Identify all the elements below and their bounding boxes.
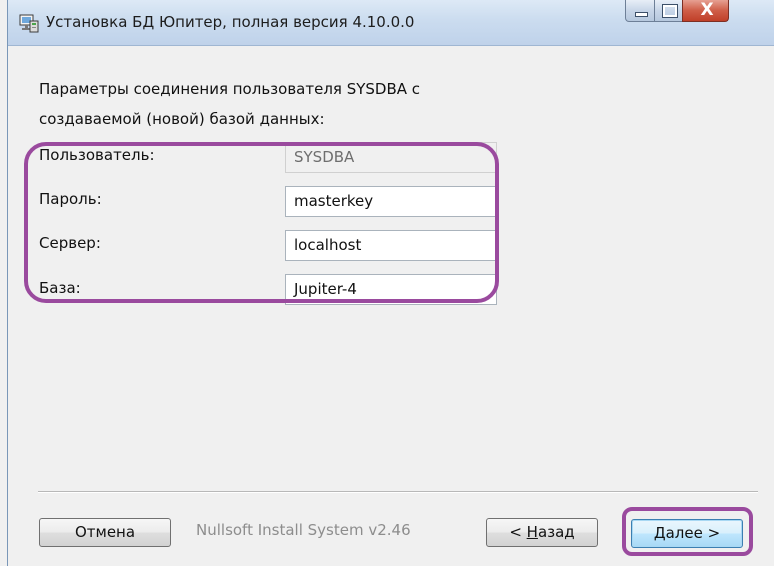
minimize-button[interactable] — [625, 0, 655, 22]
server-label: Сервер: — [39, 234, 101, 252]
title-bar[interactable]: Установка БД Юпитер, полная версия 4.10.… — [8, 0, 774, 46]
database-field[interactable]: Jupiter-4 — [285, 274, 497, 305]
next-button-rest: алее > — [665, 524, 721, 542]
connection-description: Параметры соединения пользователя SYSDBA… — [39, 74, 639, 134]
database-label: База: — [39, 279, 81, 297]
next-button[interactable]: Далее > — [631, 519, 743, 548]
description-line-1: Параметры соединения пользователя SYSDBA… — [39, 80, 421, 98]
close-icon: X — [700, 0, 714, 20]
window-title: Установка БД Юпитер, полная версия 4.10.… — [46, 13, 415, 31]
cancel-button[interactable]: Отмена — [39, 518, 171, 547]
close-button[interactable]: X — [682, 0, 729, 22]
installer-content: Параметры соединения пользователя SYSDBA… — [8, 46, 774, 566]
user-label: Пользователь: — [39, 146, 155, 164]
user-field: SYSDBA — [285, 142, 497, 173]
back-button-rest: азад — [537, 523, 575, 541]
password-label: Пароль: — [39, 190, 102, 208]
back-button-hotkey: Н — [526, 523, 538, 541]
maximize-button[interactable] — [654, 0, 683, 22]
installer-window: Установка БД Юпитер, полная версия 4.10.… — [7, 0, 774, 566]
back-button[interactable]: < Назад — [486, 518, 598, 547]
back-button-prefix: < — [509, 523, 527, 541]
installer-icon — [19, 14, 39, 33]
server-field[interactable]: localhost — [285, 230, 497, 261]
footer-divider — [38, 491, 758, 493]
maximize-icon — [662, 4, 678, 18]
minimize-icon — [635, 12, 648, 17]
description-line-2: создаваемой (новой) базой данных: — [39, 110, 325, 128]
password-field[interactable]: masterkey — [285, 186, 497, 217]
branding-text: Nullsoft Install System v2.46 — [196, 521, 411, 539]
next-button-hotkey: Д — [653, 524, 666, 542]
